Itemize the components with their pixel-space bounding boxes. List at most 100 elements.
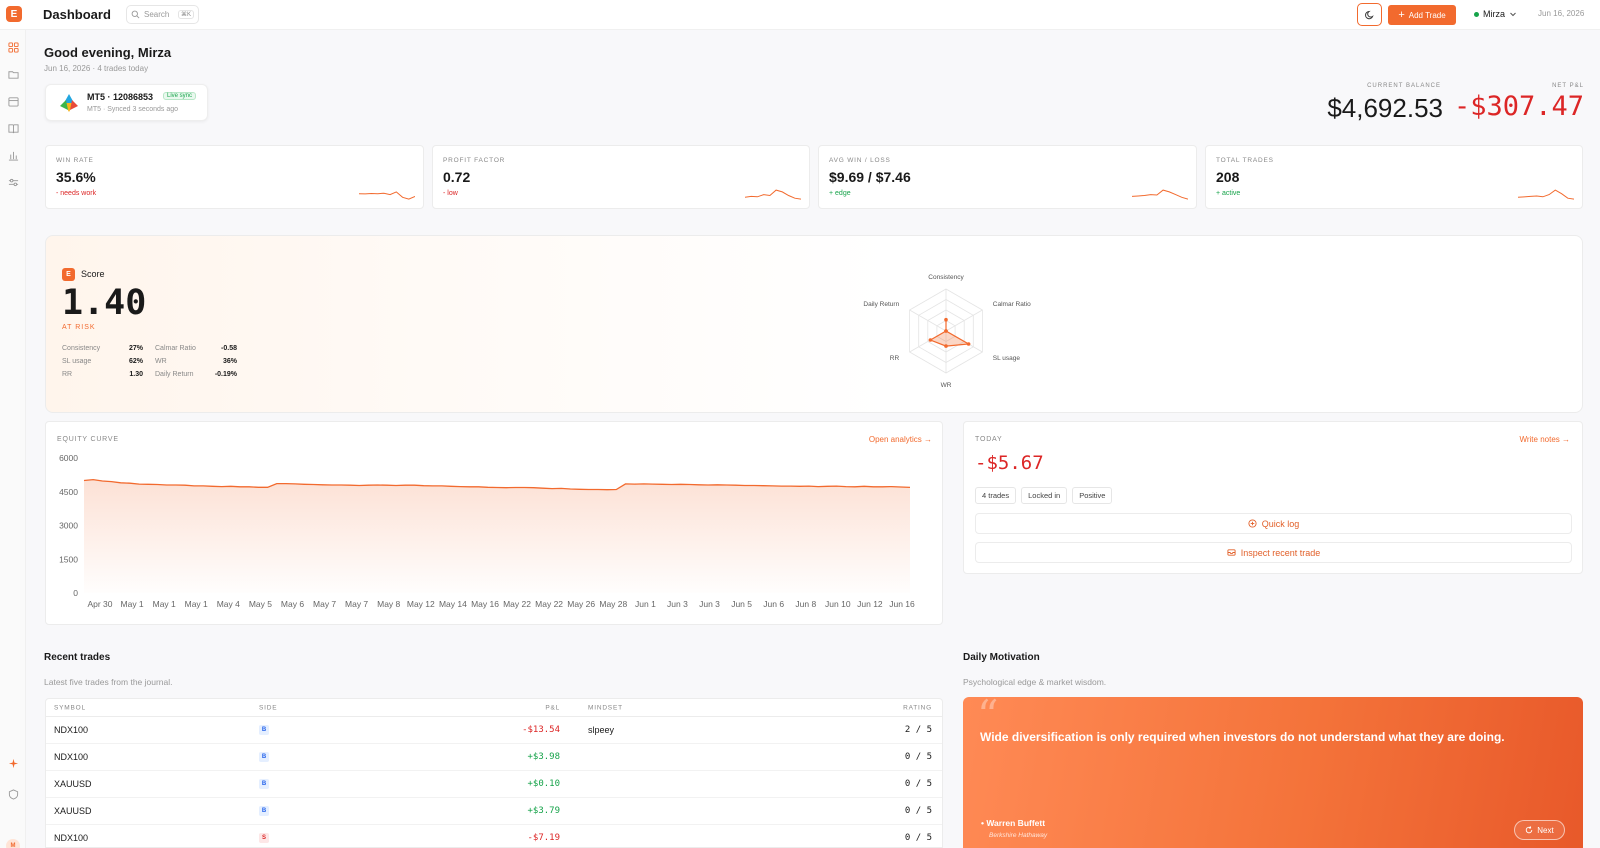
x-tick-label: Jun 8 [795,599,816,609]
table-row[interactable]: XAUUSD B +$3.79 0 / 5 [46,798,942,825]
table-row[interactable]: NDX100 S -$7.19 0 / 5 [46,825,942,847]
radar-point [944,329,948,333]
trade-pnl: -$13.54 [522,725,560,735]
metric-value: 1.30 [129,371,143,378]
trade-pnl: +$3.98 [527,752,560,762]
today-chips: 4 trades Locked in Positive [975,487,1113,504]
stat-card-avg-win-loss: AVG WIN / LOSS $9.69 / $7.46 + edge [818,145,1197,209]
quick-log-label: Quick log [1261,518,1300,529]
search-input[interactable]: Search ⌘K [126,5,199,24]
inspect-trade-button[interactable]: Inspect recent trade [975,542,1572,563]
theme-toggle-button[interactable] [1357,3,1382,26]
motivation-title: Daily Motivation [963,652,1040,663]
folder-icon[interactable] [8,69,19,80]
inspect-label: Inspect recent trade [1240,547,1321,558]
motivation-subtitle: Psychological edge & market wisdom. [963,677,1107,687]
radar-axis-label: Consistency [928,274,964,281]
trade-symbol: NDX100 [54,833,89,843]
balance-value: $4,692.53 [1327,93,1443,123]
stat-card-profit-factor: PROFIT FACTOR 0.72 - low [432,145,810,209]
x-tick-label: May 26 [567,599,595,609]
dashboard-icon[interactable] [8,42,19,53]
page-title: Dashboard [43,7,111,22]
radar-point [928,338,933,342]
user-name: Mirza [1483,9,1505,19]
author-name: Warren Buffett [986,818,1046,828]
recent-trades-title: Recent trades [44,652,111,663]
score-status: AT RISK [62,324,96,331]
x-tick-label: May 7 [313,599,336,609]
metric-label: SL usage [62,358,92,365]
sparkle-icon[interactable] [8,758,19,769]
chevron-down-icon [1510,12,1516,17]
plus-icon: + [1398,8,1405,21]
stat-value: 35.6% [56,169,96,185]
avatar[interactable]: M [6,839,20,848]
bar-chart-icon[interactable] [8,150,19,161]
add-trade-label: Add Trade [1408,10,1446,20]
x-tick-label: May 5 [249,599,272,609]
table-row[interactable]: NDX100 B +$3.98 0 / 5 [46,744,942,771]
sliders-icon[interactable] [8,177,19,188]
metric-row: Consistency 27% Calmar Ratio -0.58 [62,342,237,355]
user-menu[interactable]: Mirza [1474,9,1517,19]
stat-label: AVG WIN / LOSS [829,157,891,164]
shield-icon[interactable] [8,789,19,800]
y-tick-label: 1500 [59,554,78,564]
app-logo[interactable]: E [6,6,22,22]
next-quote-button[interactable]: Next [1514,820,1565,840]
table-row[interactable]: NDX100 B -$13.54 slpeey 2 / 5 [46,717,942,744]
x-tick-label: May 8 [377,599,400,609]
inbox-icon [1227,549,1236,556]
table-header: SYMBOL SIDE P&L MINDSET RATING [46,699,942,717]
moon-icon [1364,10,1374,19]
table-row[interactable]: XAUUSD B +$0.10 0 / 5 [46,771,942,798]
metric-value: -0.58 [221,345,237,352]
trade-rating: 0 / 5 [904,752,932,762]
sidebar: M [0,30,26,848]
metric-label: RR [62,371,73,378]
search-shortcut: ⌘K [177,10,194,19]
stat-card-total-trades: TOTAL TRADES 208 + active [1205,145,1583,209]
col-mindset: MINDSET [588,704,623,711]
greeting-title: Good evening, Mirza [44,45,172,60]
live-sync-badge: Live sync [163,92,197,100]
greeting-subtitle: Jun 16, 2026 · 4 trades today [44,64,149,73]
add-trade-button[interactable]: + Add Trade [1388,5,1456,25]
chip: 4 trades [975,487,1017,504]
trade-symbol: XAUUSD [54,806,92,816]
y-tick-label: 0 [73,588,78,598]
header-date: Jun 16, 2026 [1538,9,1585,18]
quick-log-button[interactable]: Quick log [975,513,1572,534]
recent-trades-table: SYMBOL SIDE P&L MINDSET RATING NDX100 B … [45,698,943,848]
col-pnl: P&L [545,704,560,711]
stat-value: $9.69 / $7.46 [829,169,911,185]
stat-label: PROFIT FACTOR [443,157,506,164]
trade-rating: 0 / 5 [904,833,932,843]
col-rating: RATING [903,704,932,711]
plus-circle-icon [1248,519,1257,528]
x-tick-label: May 12 [407,599,435,609]
radar-axis-label: Daily Return [863,301,899,308]
col-symbol: SYMBOL [54,704,86,711]
radar-axis-label: WR [941,382,952,389]
stat-card-win-rate: WIN RATE 35.6% - needs work [45,145,424,209]
x-tick-label: Jun 3 [699,599,720,609]
book-icon[interactable] [8,123,19,134]
trade-mindset: slpeey [588,725,615,735]
x-tick-label: May 22 [503,599,531,609]
calendar-icon[interactable] [8,96,19,107]
x-tick-label: May 4 [217,599,240,609]
write-notes-link[interactable]: Write notes → [1519,435,1570,444]
x-tick-label: May 14 [439,599,467,609]
chip: Positive [1072,487,1113,504]
y-tick-label: 4500 [59,487,78,497]
account-sync-status: MT5 · Synced 3 seconds ago [87,106,179,113]
motivation-quote: Wide diversification is only required wh… [980,730,1505,744]
account-card[interactable]: MT5 · 12086853 Live sync MT5 · Synced 3 … [45,84,208,121]
stat-label: TOTAL TRADES [1216,157,1274,164]
metric-row: RR 1.30 Daily Return -0.19% [62,368,237,381]
y-tick-label: 6000 [59,453,78,463]
stat-note: - needs work [56,190,97,197]
quote-author: • Warren Buffett [981,818,1046,828]
